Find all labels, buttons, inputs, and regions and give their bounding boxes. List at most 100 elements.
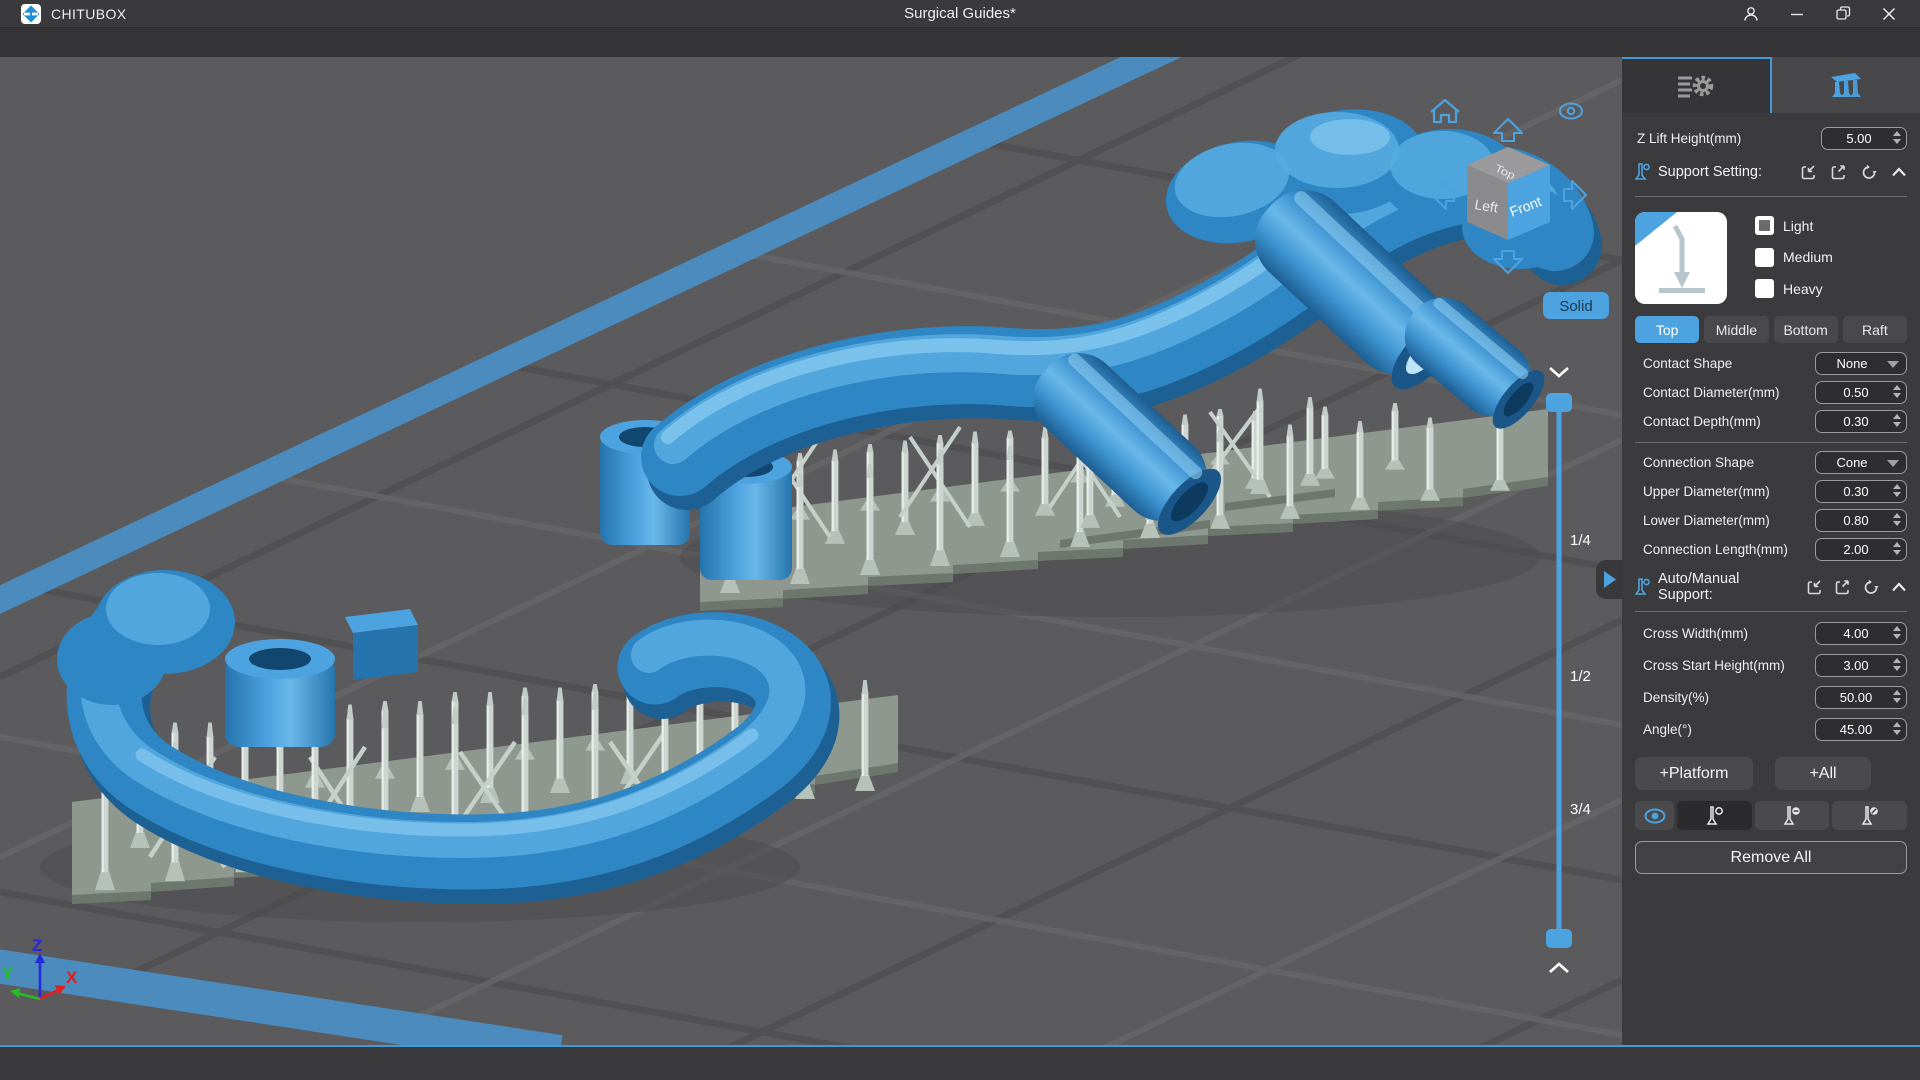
render-mode-button[interactable]: Solid: [1543, 292, 1609, 319]
spinner-arrows-icon[interactable]: [1893, 513, 1901, 526]
spinner-arrows-icon[interactable]: [1893, 626, 1901, 639]
support-density-group: Light Medium Heavy: [1635, 212, 1907, 304]
connection-shape-select[interactable]: Cone: [1815, 451, 1907, 474]
restore-button[interactable]: [1820, 0, 1866, 28]
collapse-chevron-icon[interactable]: [1891, 581, 1907, 593]
support-add-icon: [1706, 805, 1723, 825]
support-section-tabs: Top Middle Bottom Raft: [1635, 316, 1907, 343]
upper-diameter-input[interactable]: 0.30: [1815, 480, 1907, 503]
slider-handle-top[interactable]: [1546, 393, 1572, 412]
z-lift-row: Z Lift Height(mm) 5.00: [1635, 127, 1907, 150]
z-lift-input[interactable]: 5.00: [1821, 127, 1907, 150]
add-platform-supports-button[interactable]: +Platform: [1635, 757, 1753, 790]
contact-diameter-input[interactable]: 0.50: [1815, 381, 1907, 404]
contact-diameter-row: Contact Diameter(mm) 0.50: [1635, 381, 1907, 404]
tab-print-settings[interactable]: [1622, 57, 1772, 113]
medium-checkbox[interactable]: [1755, 247, 1774, 267]
refresh-icon[interactable]: [1862, 579, 1880, 596]
support-preview-image: [1635, 212, 1727, 304]
spinner-arrows-icon[interactable]: [1893, 385, 1901, 398]
divider: [1635, 196, 1907, 197]
close-icon: [1882, 7, 1896, 20]
status-bar: [0, 1045, 1920, 1080]
remove-all-supports-button[interactable]: Remove All: [1635, 841, 1907, 874]
dropdown-caret-icon: [1887, 361, 1899, 368]
add-support-mode-button[interactable]: [1677, 801, 1752, 830]
contact-depth-input[interactable]: 0.30: [1815, 410, 1907, 433]
render-mode-label: Solid: [1559, 298, 1592, 315]
tab-bottom[interactable]: Bottom: [1773, 316, 1838, 343]
spinner-arrows-icon[interactable]: [1893, 722, 1901, 735]
spinner-arrows-icon[interactable]: [1893, 484, 1901, 497]
export-icon[interactable]: [1830, 164, 1847, 181]
angle-row: Angle(°) 45.00: [1635, 718, 1907, 741]
light-checkbox[interactable]: [1755, 216, 1774, 235]
cross-start-height-input[interactable]: 3.00: [1815, 654, 1907, 677]
user-account-button[interactable]: [1728, 0, 1774, 28]
connection-length-input[interactable]: 2.00: [1815, 538, 1907, 561]
toolbar-strip: [0, 28, 1920, 57]
close-button[interactable]: [1866, 0, 1912, 28]
contact-depth-row: Contact Depth(mm) 0.30: [1635, 410, 1907, 433]
window-title: Surgical Guides*: [904, 5, 1016, 22]
axis-y-label: Y: [2, 964, 14, 983]
delete-support-mode-button[interactable]: [1754, 801, 1830, 830]
import-icon[interactable]: [1800, 164, 1817, 181]
support-pillar-icon: [1635, 163, 1650, 180]
tab-top[interactable]: Top: [1635, 316, 1700, 343]
restore-icon: [1835, 6, 1850, 20]
slider-label-quarter: 1/4: [1570, 532, 1591, 549]
dropdown-caret-icon: [1887, 460, 1899, 467]
support-setting-header: Support Setting:: [1635, 160, 1907, 184]
panel-collapse-tab[interactable]: [1596, 560, 1622, 599]
angle-input[interactable]: 45.00: [1815, 718, 1907, 741]
spinner-arrows-icon[interactable]: [1893, 690, 1901, 703]
minimize-button[interactable]: [1774, 0, 1820, 28]
cross-width-row: Cross Width(mm) 4.00: [1635, 622, 1907, 645]
scene: Top Left Front Solid 1/4 1/2 3/4 Z X Y: [0, 57, 1622, 1045]
density-option-light[interactable]: Light: [1755, 216, 1833, 235]
spinner-arrows-icon[interactable]: [1893, 131, 1901, 144]
export-icon[interactable]: [1834, 579, 1851, 596]
toggle-supports-visibility-button[interactable]: [1635, 801, 1675, 830]
auto-manual-header: Auto/Manual Support:: [1635, 571, 1907, 603]
lower-diameter-row: Lower Diameter(mm) 0.80: [1635, 509, 1907, 532]
slider-label-threequarter: 3/4: [1570, 801, 1591, 818]
density-option-heavy[interactable]: Heavy: [1755, 279, 1833, 298]
z-lift-label: Z Lift Height(mm): [1637, 131, 1742, 146]
spinner-arrows-icon[interactable]: [1893, 542, 1901, 555]
collapse-chevron-icon[interactable]: [1891, 166, 1907, 178]
tab-support-settings[interactable]: [1772, 57, 1920, 113]
heavy-checkbox[interactable]: [1755, 279, 1774, 298]
slider-handle-bottom[interactable]: [1546, 929, 1572, 948]
import-icon[interactable]: [1806, 579, 1823, 596]
spinner-arrows-icon[interactable]: [1893, 658, 1901, 671]
tab-middle[interactable]: Middle: [1704, 316, 1769, 343]
density-option-medium[interactable]: Medium: [1755, 247, 1833, 267]
support-pillar-icon: [1635, 578, 1650, 595]
edit-support-mode-button[interactable]: [1832, 801, 1907, 830]
support-remove-icon: [1783, 805, 1800, 825]
view-cube[interactable]: Top Left Front: [1467, 147, 1550, 240]
user-icon: [1744, 6, 1758, 21]
spinner-arrows-icon[interactable]: [1893, 414, 1901, 427]
cross-width-input[interactable]: 4.00: [1815, 622, 1907, 645]
view-eye-icon: [1644, 808, 1666, 823]
minimize-icon: [1791, 13, 1803, 15]
cross-start-height-row: Cross Start Height(mm) 3.00: [1635, 654, 1907, 677]
connection-length-row: Connection Length(mm) 2.00: [1635, 538, 1907, 561]
contact-shape-row: Contact Shape None: [1635, 352, 1907, 375]
viewport-3d[interactable]: Top Left Front Solid 1/4 1/2 3/4 Z X Y: [0, 57, 1622, 1045]
panel-tabs: [1622, 57, 1920, 113]
support-edit-icon: [1861, 805, 1878, 825]
lower-diameter-input[interactable]: 0.80: [1815, 509, 1907, 532]
support-tab-icon: [1831, 73, 1861, 97]
slider-label-half: 1/2: [1570, 668, 1591, 685]
add-all-supports-button[interactable]: +All: [1775, 757, 1871, 790]
connection-shape-row: Connection Shape Cone: [1635, 451, 1907, 474]
density-input[interactable]: 50.00: [1815, 686, 1907, 709]
tab-raft[interactable]: Raft: [1842, 316, 1907, 343]
refresh-icon[interactable]: [1860, 164, 1878, 181]
titlebar: CHITUBOX Surgical Guides*: [0, 0, 1920, 28]
contact-shape-select[interactable]: None: [1815, 352, 1907, 375]
